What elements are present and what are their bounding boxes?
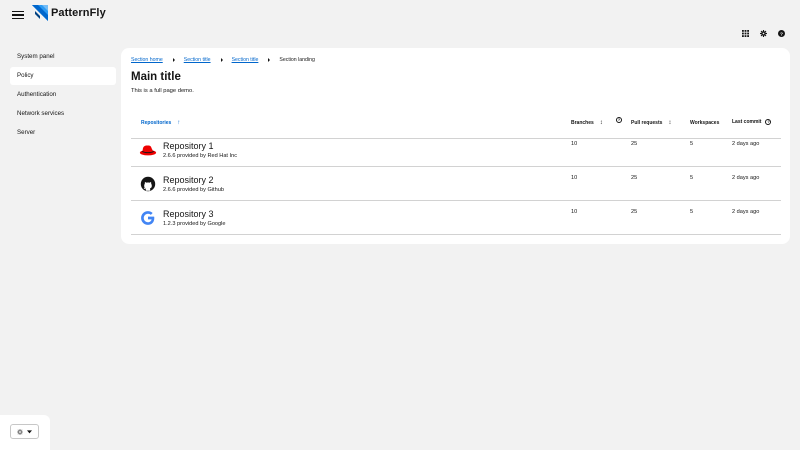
repo-provider: 2.6.6 provided by Github [163, 187, 224, 193]
column-header-label: Workspaces [690, 120, 720, 126]
sidebar-footer [0, 415, 50, 450]
sidebar-item-authentication[interactable]: Authentication [10, 86, 116, 104]
breadcrumb-link-section-title-2[interactable]: Section title [232, 57, 259, 63]
chevron-right-icon [172, 58, 175, 62]
pull-requests-cell: 25 [631, 175, 638, 181]
sort-icon: ↕ [668, 119, 672, 126]
redhat-icon [139, 145, 157, 156]
branches-info-button[interactable]: ? [612, 117, 622, 123]
patternfly-logo-icon [32, 5, 48, 21]
breadcrumb-link-section-home[interactable]: Section home [131, 57, 163, 63]
hamburger-line [12, 11, 24, 13]
column-header-pull-requests[interactable]: Pull requests ↕ [631, 119, 672, 127]
repo-name[interactable]: Repository 2 [163, 175, 214, 185]
sort-ascending-icon: ↑ [177, 119, 181, 126]
theme-toggle-button[interactable] [10, 424, 39, 439]
repo-name[interactable]: Repository 3 [163, 209, 214, 219]
column-header-repositories[interactable]: Repositories ↑ [141, 119, 181, 127]
breadcrumb-link-section-title[interactable]: Section title [184, 57, 211, 63]
pull-requests-cell: 25 [631, 141, 638, 147]
hamburger-line [12, 14, 24, 16]
last-commit-cell: 2 days ago [732, 141, 760, 147]
chevron-right-icon [220, 58, 223, 62]
github-icon [140, 176, 156, 192]
repo-provider: 2.6.6 provided by Red Hat Inc [163, 153, 238, 159]
breadcrumb-current: Section landing [279, 57, 315, 63]
main-content-card: Section home Section title Section title… [121, 48, 790, 244]
sidebar-item-server[interactable]: Server [10, 124, 116, 142]
sidebar-item-system-panel[interactable]: System panel [10, 48, 116, 66]
sort-icon: ↕ [599, 119, 603, 126]
brand-logo[interactable]: PatternFly [32, 5, 106, 21]
svg-text:?: ? [780, 31, 783, 37]
google-icon [141, 211, 155, 225]
column-header-label: Last commit [732, 119, 762, 125]
workspaces-cell: 5 [690, 141, 694, 147]
table-row: Repository 3 1.2.3 provided by Google 10… [131, 201, 781, 235]
column-header-label: Pull requests [631, 120, 663, 126]
table-row: Repository 1 2.6.6 provided by Red Hat I… [131, 133, 781, 167]
column-header-last-commit: Last commit ? [732, 119, 772, 125]
last-commit-cell: 2 days ago [732, 175, 760, 181]
branches-cell: 10 [571, 209, 578, 215]
masthead-toolbar: ? [736, 27, 790, 39]
page-description: This is a full page demo. [131, 88, 194, 94]
column-header-label: Repositories [141, 120, 172, 126]
pull-requests-cell: 25 [631, 209, 638, 215]
masthead: PatternFly ? [0, 0, 800, 37]
workspaces-cell: 5 [690, 175, 694, 181]
apps-grid-icon [741, 29, 749, 37]
gear-icon [759, 29, 767, 37]
hamburger-menu-button[interactable] [12, 9, 24, 21]
table-row: Repository 2 2.6.6 provided by Github 10… [131, 167, 781, 201]
repo-provider: 1.2.3 provided by Google [163, 221, 226, 227]
branches-cell: 10 [571, 175, 578, 181]
hamburger-line [12, 17, 24, 19]
apps-grid-button[interactable] [736, 27, 754, 39]
column-header-label: Branches [571, 120, 594, 126]
page-title: Main title [131, 71, 181, 83]
help-circle-icon[interactable]: ? [765, 119, 772, 125]
workspaces-cell: 5 [690, 209, 694, 215]
chevron-right-icon [268, 58, 271, 62]
column-header-workspaces: Workspaces [690, 120, 719, 126]
breadcrumb: Section home Section title Section title… [131, 57, 315, 63]
branches-cell: 10 [571, 141, 578, 147]
help-circle-icon: ? [616, 117, 622, 123]
sidebar-item-network-services[interactable]: Network services [10, 105, 116, 123]
last-commit-cell: 2 days ago [732, 209, 760, 215]
repo-name[interactable]: Repository 1 [163, 141, 214, 151]
brand-name: PatternFly [51, 7, 106, 19]
help-button[interactable]: ? [772, 27, 790, 39]
caret-down-icon [27, 429, 32, 433]
settings-button[interactable] [754, 27, 772, 39]
sidebar-nav: System panel Policy Authentication Netwo… [0, 48, 120, 143]
sun-icon [17, 428, 23, 435]
column-header-branches[interactable]: Branches ↕ [571, 119, 603, 127]
sidebar-item-policy[interactable]: Policy [10, 67, 116, 85]
help-icon: ? [777, 29, 785, 37]
